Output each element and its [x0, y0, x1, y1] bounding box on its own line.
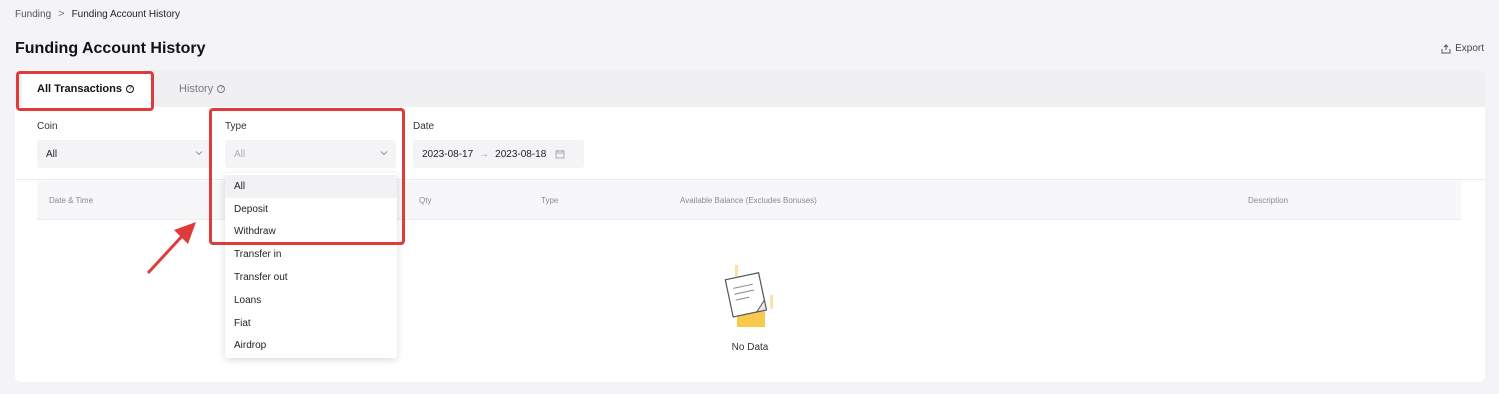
dropdown-option-airdrop[interactable]: Airdrop	[225, 335, 397, 358]
column-header-description: Description	[1248, 196, 1289, 205]
date-range-arrow: →	[479, 148, 490, 160]
coin-select[interactable]: All	[37, 140, 211, 168]
chevron-down-icon	[380, 151, 388, 156]
export-icon	[1441, 43, 1451, 53]
dropdown-option-withdraw[interactable]: Withdraw	[225, 221, 397, 244]
tab-all-transactions-label: All Transactions	[37, 82, 122, 95]
breadcrumb-funding-link[interactable]: Funding	[15, 9, 51, 20]
breadcrumb: Funding > Funding Account History	[15, 8, 180, 20]
type-select[interactable]: All	[225, 140, 396, 168]
date-range-picker[interactable]: 2023-08-17 → 2023-08-18	[413, 140, 584, 168]
tab-bar: All Transactions ? History ?	[15, 70, 1485, 107]
tab-all-transactions[interactable]: All Transactions ?	[22, 70, 152, 107]
date-filter-label: Date	[413, 121, 435, 132]
type-filter-label: Type	[225, 121, 247, 132]
coin-select-value: All	[46, 148, 58, 160]
date-to: 2023-08-18	[495, 148, 547, 160]
date-from: 2023-08-17	[422, 148, 474, 160]
column-header-type: Type	[541, 196, 559, 205]
dropdown-option-transfer-out[interactable]: Transfer out	[225, 266, 397, 289]
column-header-available-balance: Available Balance (Excludes Bonuses)	[680, 196, 817, 205]
help-icon[interactable]: ?	[125, 84, 134, 93]
chevron-down-icon	[195, 151, 203, 156]
no-data-text: No Data	[731, 342, 769, 353]
calendar-icon	[555, 150, 565, 159]
dropdown-option-transfer-in[interactable]: Transfer in	[225, 243, 397, 266]
export-button[interactable]: Export	[1441, 43, 1484, 54]
dropdown-option-fiat[interactable]: Fiat	[225, 312, 397, 335]
dropdown-option-all[interactable]: All	[225, 175, 397, 198]
type-dropdown-menu: All Deposit Withdraw Transfer in Transfe…	[225, 173, 397, 358]
breadcrumb-current: Funding Account History	[71, 8, 180, 20]
column-header-qty: Qty	[419, 196, 432, 205]
column-header-date-time: Date & Time	[49, 196, 94, 205]
page-title: Funding Account History	[15, 40, 206, 57]
tab-history[interactable]: History ?	[179, 70, 226, 107]
dropdown-option-loans[interactable]: Loans	[225, 289, 397, 312]
annotation-arrow-icon	[146, 222, 196, 275]
breadcrumb-separator: >	[58, 8, 65, 20]
dropdown-option-deposit[interactable]: Deposit	[225, 198, 397, 221]
help-icon[interactable]: ?	[217, 84, 226, 93]
tab-history-label: History	[179, 82, 214, 95]
type-select-value: All	[234, 148, 246, 160]
export-label: Export	[1455, 43, 1484, 54]
coin-filter-label: Coin	[37, 121, 58, 132]
